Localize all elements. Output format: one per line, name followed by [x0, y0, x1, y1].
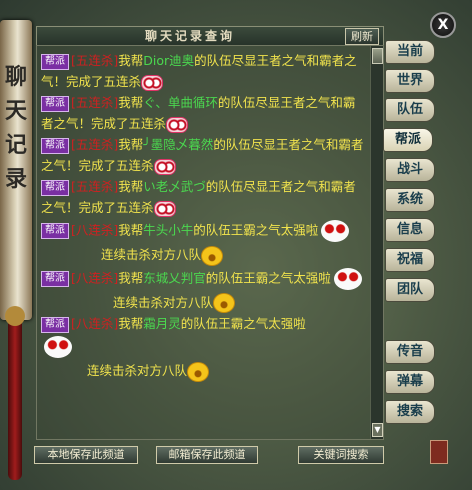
channel-badge[interactable]: 帮派 — [41, 95, 69, 112]
smile-emote-icon — [213, 293, 236, 313]
list-item: 帮派 [五连杀]我帮い老乄武づ的队伍尽显王者之气和霸者之气！完成了五连杀 — [41, 176, 367, 218]
message-text: 我帮 — [118, 270, 144, 285]
heart-eyes-emote-icon — [153, 158, 176, 175]
list-item: 帮派 [五连杀]我帮Dior迪奥的队伍尽显王者之气和霸者之气！完成了五连杀 — [41, 50, 367, 92]
bunny-emote-icon — [41, 334, 75, 360]
heart-eyes-emote-icon — [141, 74, 164, 91]
bunny-emote-icon — [318, 218, 352, 244]
tab-info[interactable]: 信息 — [385, 218, 435, 242]
save-mail-button[interactable]: 邮箱保存此频道 — [156, 446, 258, 464]
tab-blessing[interactable]: 祝福 — [385, 248, 435, 272]
message-text: 我帮 — [118, 53, 144, 68]
message-text: 我帮 — [118, 179, 144, 194]
tab-guild[interactable]: 帮派 — [383, 128, 433, 152]
tab-whisper[interactable]: 传音 — [385, 340, 435, 364]
scroll-thumb[interactable] — [372, 48, 383, 64]
tab-current[interactable]: 当前 — [385, 40, 435, 64]
close-icon[interactable]: X — [430, 12, 456, 38]
channel-badge[interactable]: 帮派 — [41, 223, 69, 239]
kill-tag[interactable]: [八连杀] — [71, 223, 118, 238]
seal-ornament — [430, 440, 448, 464]
player-name[interactable]: 牛头小牛 — [143, 223, 193, 238]
tab-battle[interactable]: 战斗 — [385, 158, 435, 182]
list-item: 帮派 [八连杀]我帮牛头小牛的队伍王霸之气太强啦 连续击杀对方八队 — [41, 218, 367, 266]
chat-log[interactable]: 帮派 [五连杀]我帮Dior迪奥的队伍尽显王者之气和霸者之气！完成了五连杀 帮派[… — [36, 45, 384, 440]
message-continuation — [41, 334, 367, 360]
side-scroll-ornament: 聊天记录 — [0, 20, 32, 320]
message-text: 的队伍王霸之气太强啦 — [180, 316, 306, 331]
tab-search[interactable]: 搜索 — [385, 400, 435, 424]
player-name[interactable]: い老乄武づ — [143, 179, 206, 194]
kill-tag[interactable]: [八连杀] — [71, 316, 118, 331]
kill-tag[interactable]: [五连杀] — [71, 179, 118, 194]
list-item: 帮派 [八连杀]我帮霜月灵的队伍王霸之气太强啦 连续击杀对方八队 — [41, 313, 367, 382]
message-text: 我帮 — [118, 95, 144, 110]
player-name[interactable]: Dior迪奥 — [143, 53, 194, 68]
tab-danmaku[interactable]: 弹幕 — [385, 370, 435, 394]
channel-badge[interactable]: 帮派 — [41, 53, 69, 70]
message-text: 连续击杀对方八队 — [113, 294, 214, 310]
side-scroll-text: 聊天记录 — [4, 64, 27, 192]
bunny-emote-icon — [331, 266, 365, 292]
player-name[interactable]: 东城乂判官 — [143, 270, 206, 285]
message-continuation: 连续击杀对方八队 — [41, 360, 367, 382]
player-name[interactable]: ぐ、单曲循环 — [143, 95, 218, 110]
message-text: 连续击杀对方八队 — [101, 247, 202, 262]
tab-world[interactable]: 世界 — [385, 69, 435, 93]
message-list: 帮派 [五连杀]我帮Dior迪奥的队伍尽显王者之气和霸者之气！完成了五连杀 帮派[… — [41, 50, 367, 382]
message-text: 我帮 — [118, 316, 144, 331]
heart-eyes-emote-icon — [153, 200, 176, 217]
smile-emote-icon — [187, 361, 210, 382]
chat-history-window: 聊天记录 聊天记录查询 刷新 X 帮派 [五连杀]我帮Dior迪奥的队伍尽显王者之… — [0, 0, 472, 490]
tab-team[interactable]: 队伍 — [385, 98, 435, 122]
list-item: 帮派 [八连杀]我帮东城乂判官的队伍王霸之气太强啦 连续击杀对方八队 — [41, 266, 367, 313]
message-text: 连续击杀对方八队 — [87, 363, 188, 378]
tab-system[interactable]: 系统 — [385, 188, 435, 212]
keyword-search-button[interactable]: 关键词搜索 — [298, 446, 384, 464]
kill-tag[interactable]: [五连杀] — [71, 95, 118, 110]
title-bar: 聊天记录查询 刷新 — [36, 26, 384, 46]
channel-badge[interactable]: 帮派 — [41, 137, 69, 154]
tassel-ornament — [5, 306, 25, 480]
message-continuation: 连续击杀对方八队 — [41, 244, 367, 266]
tab-group[interactable]: 团队 — [385, 278, 435, 302]
message-text: 的队伍王霸之气太强啦 — [193, 222, 319, 238]
chat-scrollbar[interactable]: ▼ — [370, 46, 383, 439]
heart-eyes-emote-icon — [166, 116, 189, 133]
kill-tag[interactable]: [五连杀] — [71, 137, 118, 152]
channel-badge[interactable]: 帮派 — [41, 270, 69, 287]
message-continuation: 连续击杀对方八队 — [41, 292, 367, 313]
player-name[interactable]: ╯墨隐乄暮然 — [143, 137, 213, 152]
message-text: 我帮 — [118, 137, 144, 152]
player-name[interactable]: 霜月灵 — [143, 316, 181, 331]
save-local-button[interactable]: 本地保存此频道 — [34, 446, 138, 464]
kill-tag[interactable]: [五连杀] — [71, 53, 118, 68]
channel-badge[interactable]: 帮派 — [41, 316, 69, 333]
list-item: 帮派 [五连杀]我帮ぐ、单曲循环的队伍尽显王者之气和霸者之气！完成了五连杀 — [41, 92, 367, 134]
window-title: 聊天记录查询 — [144, 29, 235, 43]
refresh-button[interactable]: 刷新 — [345, 28, 379, 45]
message-text: 我帮 — [118, 222, 144, 238]
channel-badge[interactable]: 帮派 — [41, 179, 69, 196]
message-text: 的队伍王霸之气太强啦 — [205, 270, 331, 285]
smile-emote-icon — [201, 245, 224, 266]
list-item: 帮派 [五连杀]我帮╯墨隐乄暮然的队伍尽显王者之气和霸者之气！完成了五连杀 — [41, 134, 367, 176]
chevron-down-icon[interactable]: ▼ — [372, 423, 383, 437]
kill-tag[interactable]: [八连杀] — [71, 270, 118, 285]
